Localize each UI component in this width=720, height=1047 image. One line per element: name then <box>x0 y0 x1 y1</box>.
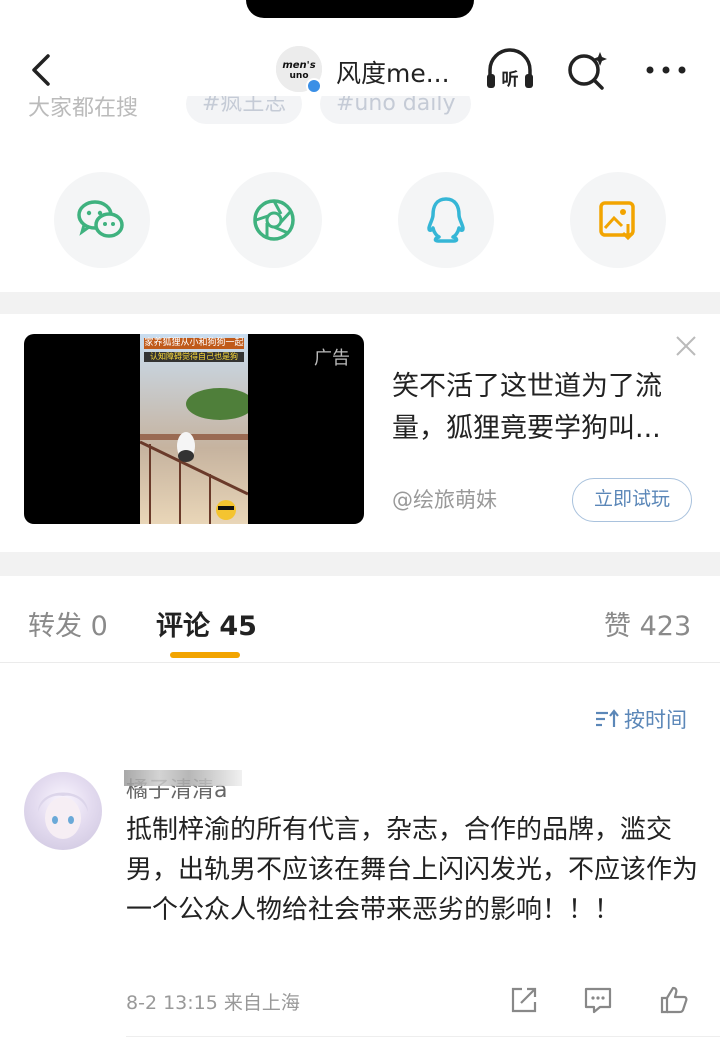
trending-chip[interactable]: #疯王志 <box>186 96 303 124</box>
section-divider <box>0 552 720 576</box>
share-icon <box>511 987 537 1013</box>
tab-reposts[interactable]: 转发 0 <box>28 604 108 643</box>
svg-text:men's: men's <box>282 60 315 71</box>
back-button[interactable] <box>22 50 62 90</box>
comment-meta: 8-2 13:15 来自上海 <box>126 992 300 1014</box>
more-button[interactable] <box>642 48 690 92</box>
sort-by-time-button[interactable]: 按时间 <box>594 704 687 734</box>
svg-text:uno: uno <box>290 71 309 81</box>
save-image-icon <box>599 201 635 241</box>
reply-comment-button[interactable] <box>582 984 614 1016</box>
active-tab-indicator <box>170 652 240 658</box>
ad-video-thumbnail[interactable]: 家养狐狸从小和狗狗一起 认知障碍觉得自己也是狗 广告 <box>24 334 364 524</box>
wechat-icon <box>77 200 124 238</box>
tab-comments[interactable]: 评论 45 <box>156 604 257 643</box>
trending-search-row: 大家都在搜 #疯王志 #uno daily <box>0 96 720 126</box>
comment-icon <box>584 987 612 1014</box>
like-comment-button[interactable] <box>658 984 690 1016</box>
comment-text: 抵制梓渝的所有代言，杂志，合作的品牌，滥交男，出轨男不应该在舞台上闪闪发光，不应… <box>126 815 699 925</box>
username-censor-overlay <box>124 770 242 786</box>
trending-prefix: 大家都在搜 <box>28 96 139 121</box>
more-dots-icon <box>646 66 686 74</box>
share-qq-button[interactable] <box>398 172 494 268</box>
ad-close-button[interactable] <box>672 332 700 360</box>
ad-try-now-button[interactable]: 立即试玩 <box>572 478 692 522</box>
sort-label: 按时间 <box>624 708 687 732</box>
search-button[interactable] <box>564 48 612 92</box>
section-divider <box>0 292 720 314</box>
tab-divider <box>0 662 720 663</box>
moments-icon <box>253 199 295 241</box>
share-moments-button[interactable] <box>226 172 322 268</box>
commenter-avatar[interactable] <box>24 772 102 850</box>
headphones-icon: 听 <box>487 48 533 90</box>
listen-button[interactable]: 听 <box>484 48 533 92</box>
sort-icon <box>596 709 619 727</box>
ad-source: @绘旅萌妹 <box>392 488 497 512</box>
ad-label: 广告 <box>314 348 350 369</box>
account-name[interactable]: 风度me... <box>336 54 450 90</box>
qq-icon <box>427 197 465 243</box>
tab-likes[interactable]: 赞 423 <box>604 604 691 643</box>
status-bar-notch <box>246 0 474 18</box>
thumbs-up-icon <box>660 986 688 1014</box>
chevron-left-icon <box>32 54 50 86</box>
save-image-button[interactable] <box>570 172 666 268</box>
ad-title[interactable]: 笑不活了这世道为了流量，狐狸竟要学狗叫... <box>392 366 702 450</box>
comment-divider <box>126 1036 720 1037</box>
verified-badge-icon <box>306 78 322 94</box>
ad-thumbnail-image: 家养狐狸从小和狗狗一起 认知障碍觉得自己也是狗 <box>140 334 248 524</box>
search-icon <box>568 52 607 90</box>
repost-comment-button[interactable] <box>508 984 540 1016</box>
close-icon <box>676 336 696 356</box>
share-wechat-button[interactable] <box>54 172 150 268</box>
svg-text:听: 听 <box>502 69 519 90</box>
trending-chip[interactable]: #uno daily <box>320 96 472 124</box>
